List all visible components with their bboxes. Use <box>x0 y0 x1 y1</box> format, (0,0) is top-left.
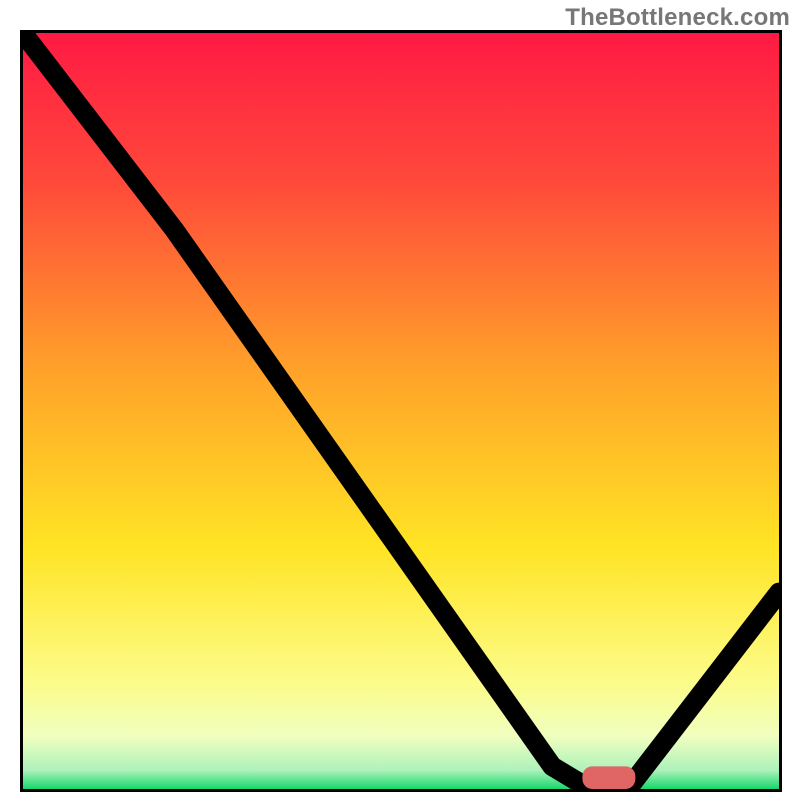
chart-svg <box>23 33 779 789</box>
optimal-marker <box>582 766 635 789</box>
chart-background <box>23 33 779 789</box>
watermark-text: TheBottleneck.com <box>565 4 790 32</box>
chart-area <box>20 30 782 792</box>
